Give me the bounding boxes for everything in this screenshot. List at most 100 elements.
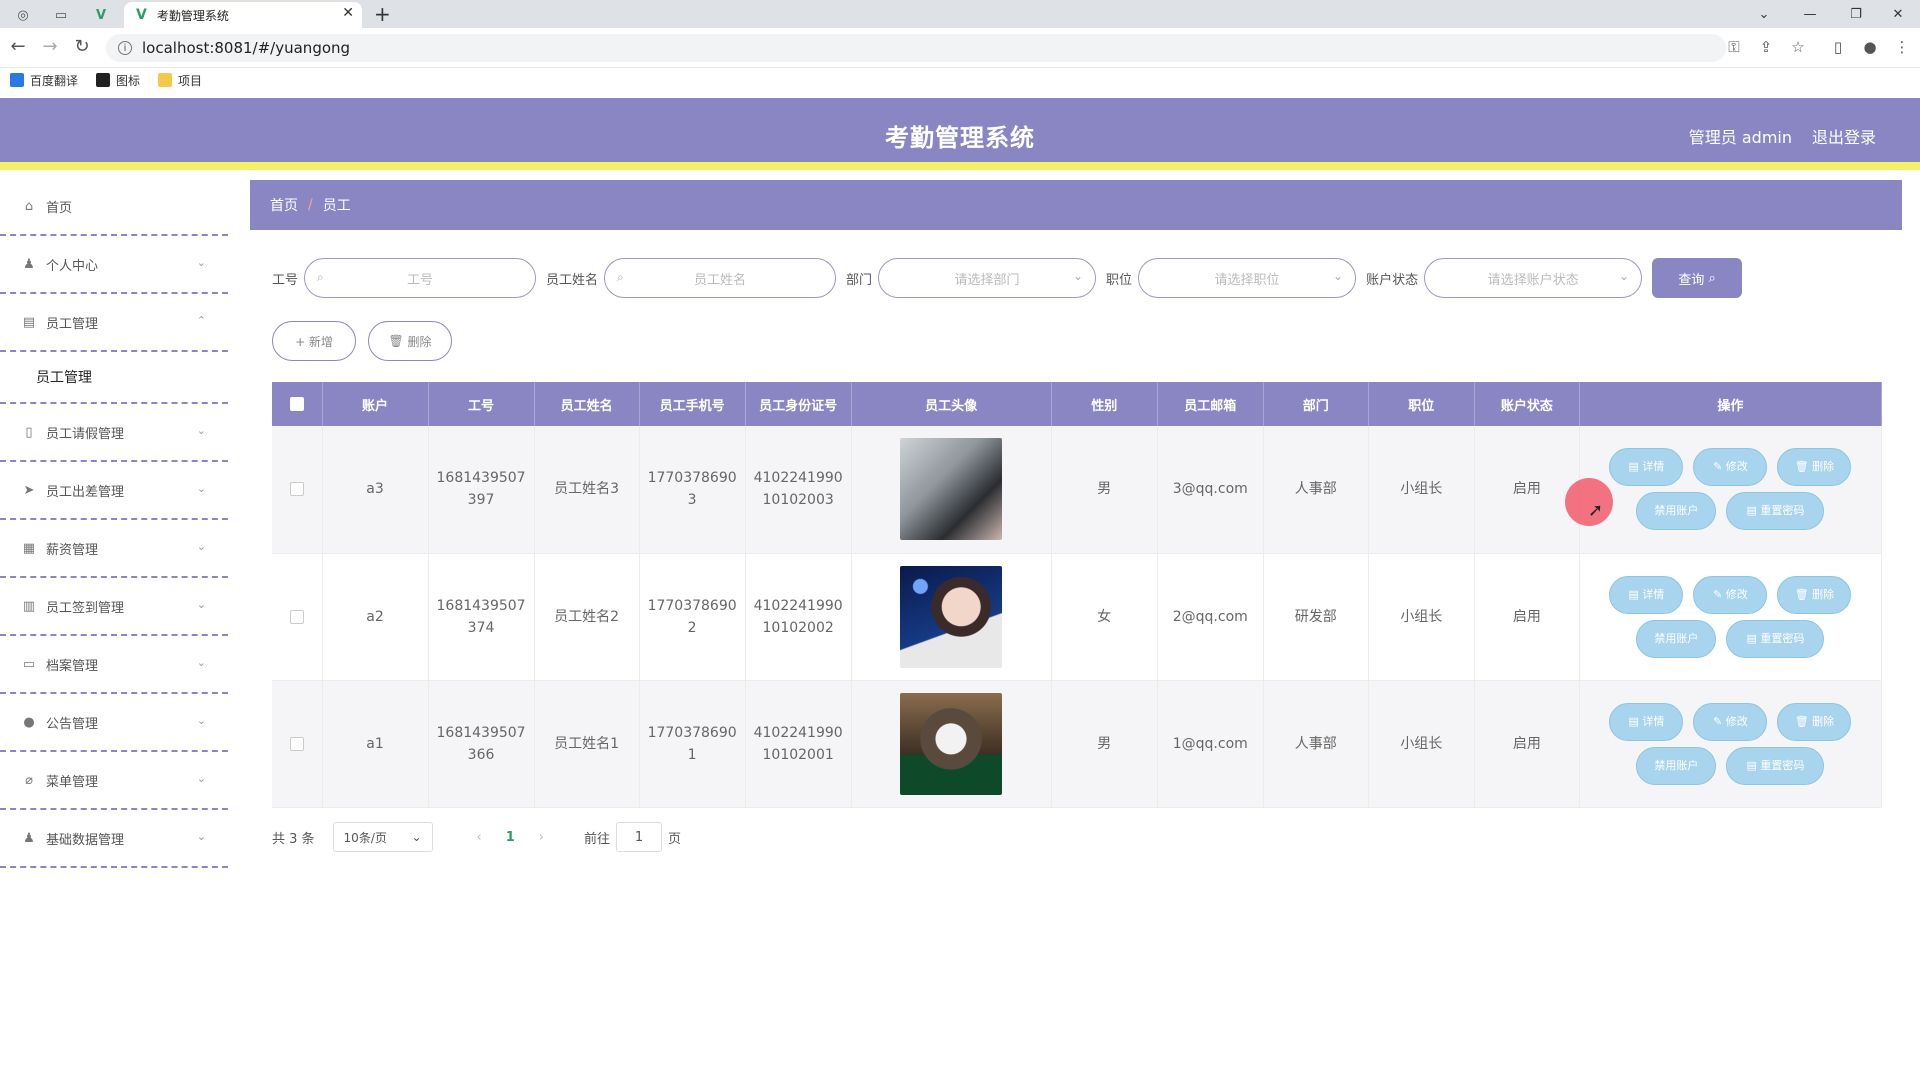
cell-dept: 人事部 <box>1263 426 1369 554</box>
sidebar-item-employee[interactable]: ▤ 员工管理 ⌃ <box>0 294 228 352</box>
add-button[interactable]: + 新增 <box>272 321 356 361</box>
reset-password-button[interactable]: ▤ 重置密码 <box>1726 492 1825 531</box>
chevron-down-icon: ⌄ <box>1072 269 1084 283</box>
delete-button[interactable]: 🗑 删除 <box>1777 702 1852 741</box>
close-window-icon[interactable]: ✕ <box>1876 0 1920 28</box>
status-select[interactable]: 请选择账户状态 ⌄ <box>1424 258 1643 298</box>
browser-tabbar: ◎ ▭ V V 考勤管理系统 ✕ + ⌄ — ❐ ✕ <box>0 0 1920 28</box>
reset-password-button[interactable]: ▤ 重置密码 <box>1726 619 1825 658</box>
sidebar-item-signin[interactable]: ▥ 员工签到管理 ⌄ <box>0 578 228 636</box>
dept-select[interactable]: 请选择部门 ⌄ <box>878 258 1097 298</box>
disable-account-button[interactable]: 禁用账户 <box>1636 619 1717 658</box>
sidebar-item-leave[interactable]: ▯ 员工请假管理 ⌄ <box>0 404 228 462</box>
bookmark-icons[interactable]: 图标 <box>96 72 140 89</box>
position-select[interactable]: 请选择职位 ⌄ <box>1138 258 1357 298</box>
cell-gender: 男 <box>1051 680 1158 808</box>
active-tab[interactable]: V 考勤管理系统 ✕ <box>124 2 362 28</box>
cell-idcard: 4102241990 10102002 <box>745 553 852 681</box>
cell-account: a1 <box>322 680 429 808</box>
gonghao-input[interactable]: ⌕ 工号 <box>304 258 537 298</box>
tab-search-icon[interactable]: ⌄ <box>1742 0 1786 28</box>
row-checkbox[interactable] <box>289 736 304 751</box>
sidebar-item-trip[interactable]: ➤ 员工出差管理 ⌄ <box>0 462 228 520</box>
star-icon[interactable]: ☆ <box>1788 38 1808 56</box>
avatar[interactable] <box>900 692 1003 795</box>
profile-icon[interactable]: ● <box>1860 38 1880 56</box>
select-all-checkbox[interactable] <box>289 397 304 411</box>
sidebar-item-archive[interactable]: ▭ 档案管理 ⌄ <box>0 636 228 694</box>
disable-account-button[interactable]: 禁用账户 <box>1636 746 1717 785</box>
edit-button[interactable]: ✎ 修改 <box>1693 702 1768 741</box>
avatar[interactable] <box>900 565 1003 668</box>
page-number[interactable]: 1 <box>506 830 515 845</box>
back-icon[interactable]: ← <box>6 36 30 57</box>
doc-icon: ▤ <box>1628 587 1639 601</box>
detail-button[interactable]: ▤ 详情 <box>1609 575 1684 614</box>
sidepanel-icon[interactable]: ▯ <box>1828 38 1848 56</box>
select-all-header[interactable] <box>272 382 323 426</box>
cell-phone: 1770378690 2 <box>639 553 746 681</box>
forward-icon[interactable]: → <box>38 36 62 57</box>
name-input[interactable]: ⌕ 员工姓名 <box>604 258 837 298</box>
sidebar-item-home[interactable]: ⌂ 首页 <box>0 178 228 236</box>
sidebar-subitem-employee[interactable]: 员工管理 <box>0 352 228 404</box>
delete-button[interactable]: 🗑 删除 <box>1777 448 1852 487</box>
disable-account-button[interactable]: 禁用账户 <box>1636 492 1717 531</box>
pencil-icon: ✎ <box>1713 587 1723 601</box>
page-unit: 页 <box>668 831 682 847</box>
sidebar-item-menu[interactable]: ⌀ 菜单管理 ⌄ <box>0 752 228 810</box>
restore-icon[interactable]: ❐ <box>1834 0 1878 28</box>
blank-tab-icon[interactable]: ▭ <box>44 4 78 26</box>
cell-name: 员工姓名2 <box>534 553 640 681</box>
key-icon[interactable]: ⚿ <box>1724 38 1744 56</box>
site-info-icon[interactable]: i <box>118 41 132 55</box>
trash-icon: 🗑 <box>388 334 404 348</box>
row-checkbox[interactable] <box>289 482 304 497</box>
sidebar-item-basedata[interactable]: ♟ 基础数据管理 ⌄ <box>0 810 228 868</box>
query-button[interactable]: 查询 ⌕ <box>1652 258 1743 298</box>
sidebar-item-profile[interactable]: ♟ 个人中心 ⌄ <box>0 236 228 294</box>
cell-gonghao: 1681439507 366 <box>428 680 535 808</box>
page-size-select[interactable]: 10条/页 ⌄ <box>332 822 433 852</box>
globe-icon[interactable]: ◎ <box>6 4 40 26</box>
next-page-icon[interactable]: › <box>539 830 544 845</box>
minimize-icon[interactable]: — <box>1788 0 1832 28</box>
goto-page-input[interactable]: 1 <box>616 822 663 852</box>
detail-button[interactable]: ▤ 详情 <box>1609 448 1684 487</box>
doc-icon: ▤ <box>1746 758 1757 772</box>
logout-link[interactable]: 退出登录 <box>1812 124 1876 148</box>
share-icon[interactable]: ⇪ <box>1756 38 1776 56</box>
delete-button[interactable]: 🗑 删除 <box>1777 575 1852 614</box>
col-idcard: 员工身份证号 <box>745 382 852 426</box>
cell-email: 2@qq.com <box>1157 553 1264 681</box>
table-row: a1 1681439507 366 员工姓名1 1770378690 1 41022… <box>272 680 1883 808</box>
sidebar-item-notice[interactable]: ● 公告管理 ⌄ <box>0 694 228 752</box>
detail-button[interactable]: ▤ 详情 <box>1609 702 1684 741</box>
reload-icon[interactable]: ↻ <box>70 36 94 57</box>
menu-dots-icon[interactable]: ⋮ <box>1892 38 1912 56</box>
tab-close-icon[interactable]: ✕ <box>342 5 354 21</box>
col-actions: 操作 <box>1579 382 1883 426</box>
prev-page-icon[interactable]: ‹ <box>477 830 482 845</box>
col-gender: 性别 <box>1051 382 1158 426</box>
url-input[interactable]: i localhost:8081/#/yuangong <box>106 34 1726 62</box>
edit-button[interactable]: ✎ 修改 <box>1693 448 1768 487</box>
sidebar-item-salary[interactable]: ▦ 薪资管理 ⌄ <box>0 520 228 578</box>
batch-delete-button[interactable]: 🗑 删除 <box>368 321 452 361</box>
avatar[interactable] <box>900 438 1003 541</box>
cell-name: 员工姓名3 <box>534 426 640 554</box>
vue-tab-icon[interactable]: V <box>84 4 118 26</box>
row-checkbox[interactable] <box>289 609 304 624</box>
bookmark-project[interactable]: 项目 <box>158 72 202 89</box>
new-tab-icon[interactable]: + <box>374 2 391 26</box>
breadcrumb: 首页 / 员工 <box>250 180 1902 230</box>
reset-password-button[interactable]: ▤ 重置密码 <box>1726 746 1825 785</box>
menu-icon: ⌀ <box>25 772 33 788</box>
bulb-icon: ● <box>23 714 35 730</box>
bookmark-fanyi[interactable]: 百度翻译 <box>10 72 78 89</box>
chevron-up-icon: ⌃ <box>196 314 206 327</box>
building-icon: ▦ <box>22 540 36 556</box>
breadcrumb-home[interactable]: 首页 <box>270 195 298 215</box>
edit-button[interactable]: ✎ 修改 <box>1693 575 1768 614</box>
address-bar: ← → ↻ i localhost:8081/#/yuangong ⚿ ⇪ ☆ … <box>0 28 1920 68</box>
